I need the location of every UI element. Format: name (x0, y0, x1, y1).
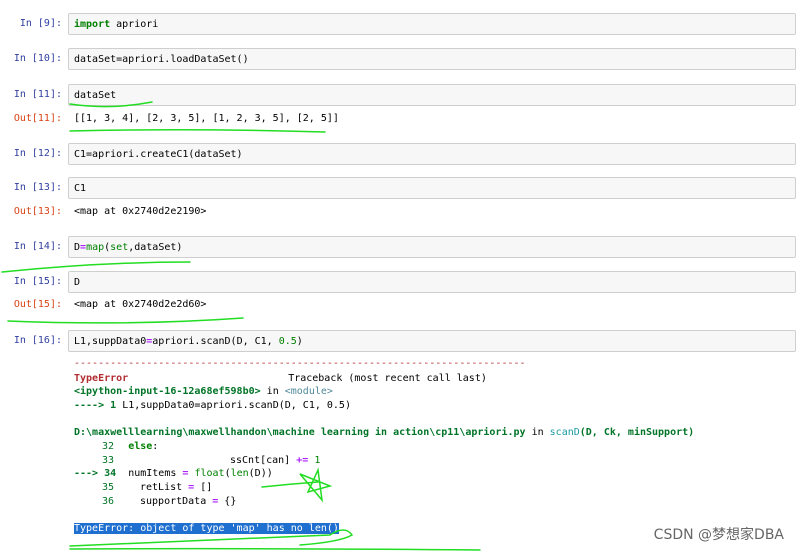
traceback-line-36: supportData = {} (140, 496, 237, 507)
line-no-36: 36 (102, 496, 115, 507)
code-cell-16[interactable]: L1,suppData0=apriori.scanD(D, C1, 0.5) (68, 330, 796, 352)
code-line: import apriori (74, 19, 159, 30)
traceback-header-right: Traceback (most recent call last) (288, 373, 487, 384)
in-prompt-16: In [16]: (13, 335, 62, 346)
in-prompt-13: In [13]: (13, 182, 62, 193)
code-line: dataSet (74, 90, 117, 101)
cell-output-13: <map at 0x2740d2e2190> (74, 206, 207, 217)
in-prompt-15: In [15]: (13, 276, 62, 287)
out-prompt-11: Out[11]: (13, 113, 62, 124)
code-cell-11[interactable]: dataSet (68, 84, 796, 106)
traceback-frame1-line: ----> 1 L1,suppData0=apriori.scanD(D, C1… (74, 399, 351, 412)
traceback-line-33: ssCnt[can] += 1 (230, 455, 321, 466)
else-keyword: else (128, 441, 153, 452)
code-cell-10[interactable]: dataSet=apriori.loadDataSet() (68, 48, 796, 70)
out-prompt-13: Out[13]: (13, 206, 62, 217)
current-line-arrow: ---> 34 (74, 468, 117, 479)
traceback-frame2: D:\maxwelllearning\maxwellhandon\machine… (74, 426, 694, 439)
frame1-in: in (266, 386, 279, 397)
code-cell-13[interactable]: C1 (68, 177, 796, 199)
code-line: C1 (74, 183, 87, 194)
code-line: dataSet=apriori.loadDataSet() (74, 54, 249, 65)
frame1-module: <module> (284, 386, 333, 397)
out-prompt-15: Out[15]: (13, 299, 62, 310)
error-type: TypeError (74, 373, 129, 384)
in-prompt-9: In [9]: (19, 18, 62, 29)
frame1-file: <ipython-input-16-12a68ef598b0> (74, 386, 261, 397)
final-error-text: TypeError: object of type 'map' has no l… (74, 523, 339, 534)
traceback-frame1: <ipython-input-16-12a68ef598b0> in <modu… (74, 385, 333, 398)
in-prompt-12: In [12]: (13, 148, 62, 159)
underline-output-15 (7, 317, 244, 324)
code-line: L1,suppData0=apriori.scanD(D, C1, 0.5) (74, 336, 303, 347)
cell-output-15: <map at 0x2740d2e2d60> (74, 299, 207, 310)
in-prompt-14: In [14]: (13, 241, 62, 252)
star-scribble (299, 467, 333, 503)
line-no-32: 32 (102, 441, 115, 452)
frame1-code: L1,suppData0=apriori.scanD(D, C1, 0.5) (122, 400, 351, 411)
traceback-separator: ----------------------------------------… (74, 358, 526, 369)
underline-error-long (69, 547, 481, 551)
line-no-35: 35 (102, 482, 115, 493)
cell-output-11: [[1, 3, 4], [2, 3, 5], [1, 2, 3, 5], [2,… (74, 113, 339, 124)
frame1-arrow: ----> 1 (74, 400, 117, 411)
traceback-line-35: retList = [] (140, 482, 213, 493)
frame2-func: scanD (549, 427, 580, 438)
code-line: D=map(set,dataSet) (74, 242, 183, 253)
code-cell-12[interactable]: C1=apriori.createC1(dataSet) (68, 143, 796, 165)
traceback-line-32: else: (128, 441, 159, 452)
code-cell-14[interactable]: D=map(set,dataSet) (68, 236, 796, 258)
frame2-path: D:\maxwelllearning\maxwellhandon\machine… (74, 427, 526, 438)
traceback-header: TypeError Traceback (most recent call las… (74, 372, 487, 385)
traceback-line-34: ---> 34 numItems = float(len(D)) (74, 468, 273, 479)
frame2-in: in (531, 427, 544, 438)
line-no-33: 33 (102, 455, 115, 466)
in-prompt-11: In [11]: (13, 89, 62, 100)
final-error: TypeError: object of type 'map' has no l… (74, 522, 339, 535)
code-cell-9[interactable]: import apriori (68, 13, 796, 35)
code-cell-15[interactable]: D (68, 271, 796, 293)
code-line: D (74, 277, 81, 288)
arrow-scribble-line (261, 481, 319, 488)
underline-output-11 (69, 128, 326, 133)
code-line: C1=apriori.createC1(dataSet) (74, 149, 243, 160)
frame2-args: (D, Ck, minSupport) (579, 427, 695, 438)
csdn-watermark: CSDN @梦想家DBA (653, 527, 784, 543)
in-prompt-10: In [10]: (13, 53, 62, 64)
